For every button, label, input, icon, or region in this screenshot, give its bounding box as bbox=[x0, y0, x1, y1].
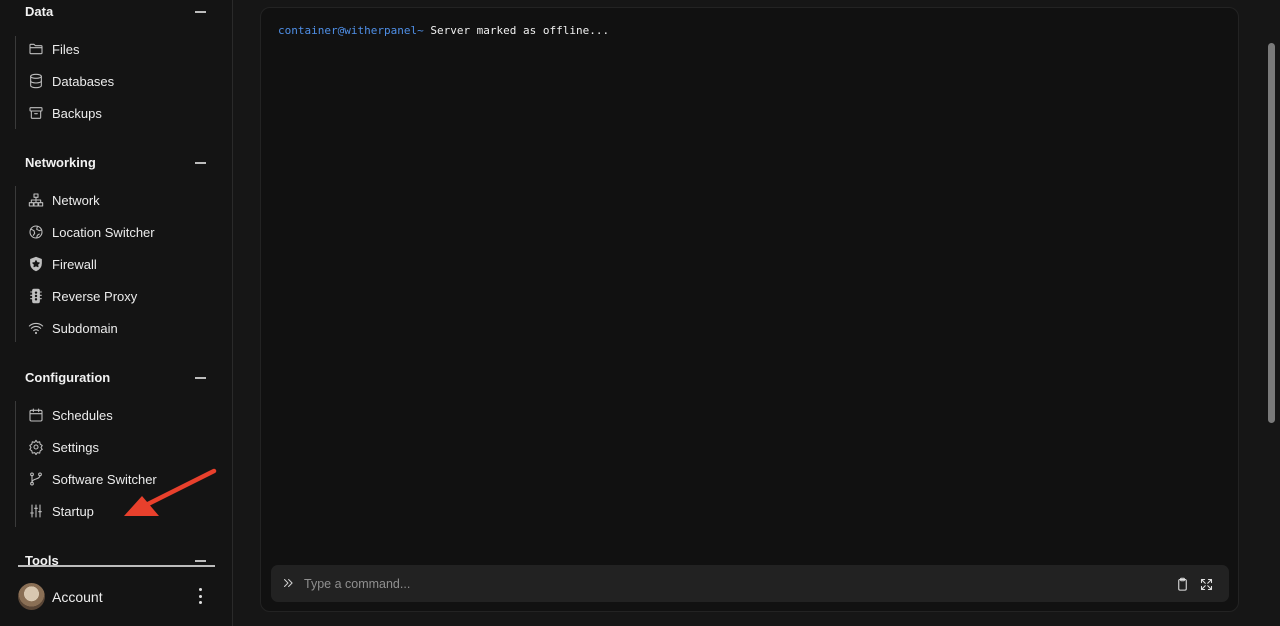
account-label: Account bbox=[52, 589, 103, 605]
sliders-icon bbox=[27, 502, 45, 520]
section-configuration: Configuration bbox=[0, 366, 232, 390]
section-items-configuration bbox=[15, 401, 16, 527]
sidebar-item-label: Network bbox=[52, 192, 100, 208]
globe-icon bbox=[27, 223, 45, 241]
annotation-arrow bbox=[124, 468, 217, 516]
avatar bbox=[18, 583, 45, 610]
section-header-networking[interactable]: Networking bbox=[0, 151, 232, 175]
database-icon bbox=[27, 72, 45, 90]
console-prompt: container@witherpanel~ bbox=[278, 24, 424, 37]
sidebar-item-label: Reverse Proxy bbox=[52, 288, 138, 304]
sidebar-item-backups[interactable]: Backups bbox=[27, 101, 207, 125]
section-title: Data bbox=[25, 4, 54, 19]
traffic-light-icon bbox=[27, 287, 45, 305]
sidebar-item-settings[interactable]: Settings bbox=[27, 435, 207, 459]
sidebar-item-location-switcher[interactable]: Location Switcher bbox=[27, 220, 207, 244]
sidebar-item-files[interactable]: Files bbox=[27, 37, 207, 61]
folder-icon bbox=[27, 40, 45, 58]
sidebar-item-firewall[interactable]: Firewall bbox=[27, 252, 207, 276]
sidebar-item-databases[interactable]: Databases bbox=[27, 69, 207, 93]
section-items-networking bbox=[15, 186, 16, 342]
archive-icon bbox=[27, 104, 45, 122]
sidebar-item-label: Backups bbox=[52, 105, 102, 121]
command-bar bbox=[271, 565, 1229, 602]
gear-icon bbox=[27, 438, 45, 456]
section-title: Networking bbox=[25, 155, 96, 170]
shield-icon bbox=[27, 255, 45, 273]
command-input[interactable] bbox=[304, 573, 1144, 595]
main-content: container@witherpanel~ Server marked as … bbox=[233, 0, 1280, 626]
sidebar-item-network[interactable]: Network bbox=[27, 188, 207, 212]
collapse-icon[interactable] bbox=[195, 560, 206, 562]
sidebar-item-label: Files bbox=[52, 41, 80, 57]
network-icon bbox=[27, 191, 45, 209]
section-header-configuration[interactable]: Configuration bbox=[0, 366, 232, 390]
scrollbar[interactable] bbox=[1268, 43, 1275, 423]
section-data: Data bbox=[0, 0, 232, 24]
clipboard-icon[interactable] bbox=[1174, 576, 1190, 592]
section-items-data bbox=[15, 36, 16, 129]
sidebar: Data Files Databases Backups Networking … bbox=[0, 0, 233, 626]
chevrons-right-icon bbox=[281, 576, 297, 592]
sidebar-item-label: Location Switcher bbox=[52, 224, 155, 240]
sidebar-item-schedules[interactable]: Schedules bbox=[27, 403, 207, 427]
collapse-icon[interactable] bbox=[195, 162, 206, 164]
calendar-icon bbox=[27, 406, 45, 424]
git-branch-icon bbox=[27, 470, 45, 488]
sidebar-item-subdomain[interactable]: Subdomain bbox=[27, 316, 207, 340]
sidebar-item-label: Settings bbox=[52, 439, 99, 455]
sidebar-item-label: Databases bbox=[52, 73, 115, 89]
console-output: Server marked as offline... bbox=[423, 24, 610, 37]
collapse-icon[interactable] bbox=[195, 11, 206, 13]
console-panel: container@witherpanel~ Server marked as … bbox=[260, 7, 1239, 612]
section-tools: Tools bbox=[0, 549, 232, 573]
fullscreen-icon[interactable] bbox=[1198, 576, 1214, 592]
sidebar-item-label: Subdomain bbox=[52, 320, 118, 336]
sidebar-item-label: Schedules bbox=[52, 407, 113, 423]
section-header-data[interactable]: Data bbox=[0, 0, 232, 24]
sidebar-item-label: Firewall bbox=[52, 256, 97, 272]
wifi-icon bbox=[27, 319, 45, 337]
sidebar-item-reverse-proxy[interactable]: Reverse Proxy bbox=[27, 284, 207, 308]
collapse-icon[interactable] bbox=[195, 377, 206, 379]
divider bbox=[18, 565, 215, 567]
section-networking: Networking bbox=[0, 151, 232, 175]
section-header-tools[interactable]: Tools bbox=[0, 549, 232, 573]
section-title: Configuration bbox=[25, 370, 111, 385]
account-menu[interactable]: Account bbox=[0, 578, 232, 618]
console-line: container@witherpanel~ Server marked as … bbox=[278, 24, 609, 37]
more-options-icon[interactable] bbox=[193, 587, 207, 605]
sidebar-item-label: Startup bbox=[52, 503, 94, 519]
